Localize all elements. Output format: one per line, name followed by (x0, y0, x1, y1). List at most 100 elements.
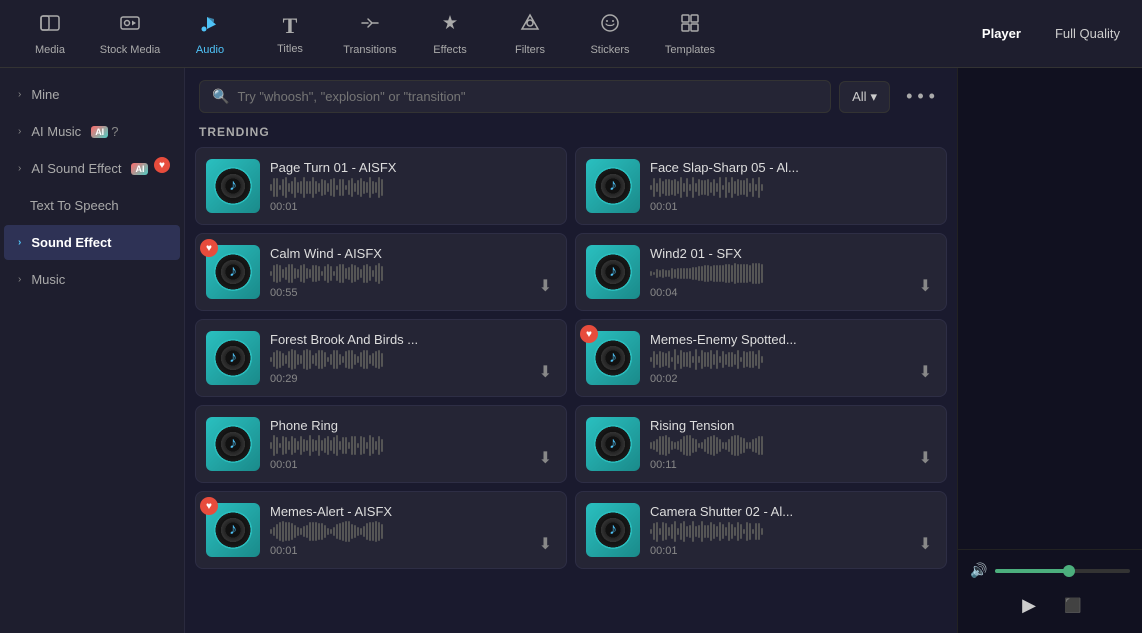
waveform-bar (315, 181, 317, 194)
sidebar-label-mine: Mine (31, 87, 59, 102)
download-button[interactable]: ⬇ (915, 272, 936, 300)
card-page-turn[interactable]: ♪ Page Turn 01 - AISFX 00:01 (195, 147, 567, 225)
more-options-button[interactable]: • • • (898, 82, 943, 111)
waveform-bar (728, 264, 730, 282)
waveform (270, 264, 525, 284)
waveform-bar (710, 350, 712, 369)
download-button[interactable]: ⬇ (535, 444, 556, 472)
nav-item-filters[interactable]: Filters (490, 4, 570, 64)
waveform-bar (731, 177, 733, 197)
card-title: Camera Shutter 02 - Al... (650, 504, 905, 519)
sidebar-item-mine[interactable]: › Mine (4, 77, 180, 112)
music-note-icon: ♪ (229, 521, 237, 539)
effects-icon (439, 12, 461, 40)
waveform-bar (704, 265, 706, 281)
card-wind2[interactable]: ♪ Wind2 01 - SFX 00:04 ⬇ (575, 233, 947, 311)
sidebar-item-text-to-speech[interactable]: Text To Speech (4, 188, 180, 223)
download-button[interactable]: ⬇ (535, 358, 556, 386)
waveform-bar (716, 437, 718, 454)
waveform-bar (662, 522, 664, 541)
waveform-bar (300, 355, 302, 363)
waveform-bar (375, 182, 377, 192)
nav-item-stickers[interactable]: Stickers (570, 4, 650, 64)
card-forest-brook[interactable]: ♪ Forest Brook And Birds ... 00:29 ⬇ (195, 319, 567, 397)
sidebar-item-ai-music[interactable]: › AI Music AI ? (4, 114, 180, 149)
full-quality-btn[interactable]: Full Quality (1043, 20, 1132, 47)
waveform-bar (704, 525, 706, 537)
play-button[interactable]: ▶ (1013, 589, 1045, 621)
card-face-slap[interactable]: ♪ Face Slap-Sharp 05 - Al... 00:01 (575, 147, 947, 225)
waveform-bar (653, 441, 655, 451)
music-note-icon: ♪ (229, 435, 237, 453)
chevron-icon: › (18, 274, 21, 285)
card-calm-wind[interactable]: ♥ ♪ Calm Wind - AISFX 00:55 ⬇ (195, 233, 567, 311)
player-btn[interactable]: Player (970, 20, 1033, 47)
waveform-bar (719, 265, 721, 282)
nav-item-transitions[interactable]: Transitions (330, 4, 410, 64)
filter-dropdown[interactable]: All ▾ (839, 81, 890, 113)
card-duration: 00:01 (270, 459, 525, 471)
card-info: Forest Brook And Birds ... 00:29 (270, 332, 525, 385)
music-note-icon: ♪ (609, 349, 617, 367)
waveform-bar (279, 522, 281, 541)
waveform-bar (680, 439, 682, 453)
card-thumb: ♥ ♪ (586, 331, 640, 385)
waveform-bar (309, 350, 311, 368)
card-phone-ring[interactable]: ♪ Phone Ring 00:01 ⬇ (195, 405, 567, 483)
nav-item-audio[interactable]: Audio (170, 4, 250, 64)
waveform-bar (740, 180, 742, 195)
waveform-bar (276, 524, 278, 539)
sidebar-item-sound-effect[interactable]: › Sound Effect (4, 225, 180, 260)
waveform-bar (665, 179, 667, 196)
waveform-bar (363, 265, 365, 283)
waveform-bar (333, 178, 335, 196)
waveform-bar (321, 271, 323, 277)
nav-item-titles[interactable]: T Titles (250, 4, 330, 64)
waveform (650, 350, 905, 370)
help-icon[interactable]: ? (111, 124, 118, 139)
waveform-bar (333, 437, 335, 454)
card-memes-alert[interactable]: ♥ ♪ Memes-Alert - AISFX 00:01 ⬇ (195, 491, 567, 569)
waveform-bar (752, 178, 754, 197)
waveform-bar (683, 521, 685, 542)
sidebar-item-music[interactable]: › Music (4, 262, 180, 297)
waveform-bar (303, 439, 305, 453)
waveform-bar (758, 523, 760, 541)
waveform-bar (282, 436, 284, 455)
nav-item-stock-media[interactable]: Stock Media (90, 4, 170, 64)
waveform-bar (360, 436, 362, 454)
waveform-bar (659, 351, 661, 367)
waveform-bar (761, 436, 763, 454)
waveform-bar (656, 269, 658, 277)
waveform-bar (366, 523, 368, 539)
waveform-bar (354, 354, 356, 365)
waveform-bar (689, 525, 691, 537)
stop-button[interactable]: ⬛ (1059, 591, 1087, 619)
card-rising-tension[interactable]: ♪ Rising Tension 00:11 ⬇ (575, 405, 947, 483)
sidebar-label-ai-music: AI Music (31, 124, 81, 139)
download-button[interactable]: ⬇ (915, 530, 936, 558)
sidebar-label-text-to-speech: Text To Speech (30, 198, 119, 213)
card-memes-enemy[interactable]: ♥ ♪ Memes-Enemy Spotted... 00:02 ⬇ (575, 319, 947, 397)
card-camera-shutter[interactable]: ♪ Camera Shutter 02 - Al... 00:01 ⬇ (575, 491, 947, 569)
sidebar-item-ai-sound-effect[interactable]: › AI Sound Effect AI ♥ (4, 151, 180, 186)
waveform-bar (285, 267, 287, 280)
waveform-bar (695, 526, 697, 537)
download-button[interactable]: ⬇ (535, 530, 556, 558)
waveform-bar (710, 522, 712, 540)
search-input-wrap[interactable]: 🔍 (199, 80, 831, 113)
waveform-bar (707, 352, 709, 366)
waveform-bar (737, 522, 739, 540)
nav-item-effects[interactable]: Effects (410, 4, 490, 64)
waveform-bar (360, 352, 362, 368)
download-button[interactable]: ⬇ (915, 444, 936, 472)
nav-item-media[interactable]: Media (10, 4, 90, 64)
download-button[interactable]: ⬇ (915, 358, 936, 386)
waveform-bar (734, 181, 736, 193)
download-button[interactable]: ⬇ (535, 272, 556, 300)
cards-grid-scroll[interactable]: ♪ Page Turn 01 - AISFX 00:01 ♪ Face Slap… (185, 147, 957, 633)
volume-track[interactable] (995, 569, 1130, 573)
search-input[interactable] (237, 89, 818, 104)
nav-item-templates[interactable]: Templates (650, 4, 730, 64)
waveform-bar (692, 521, 694, 542)
